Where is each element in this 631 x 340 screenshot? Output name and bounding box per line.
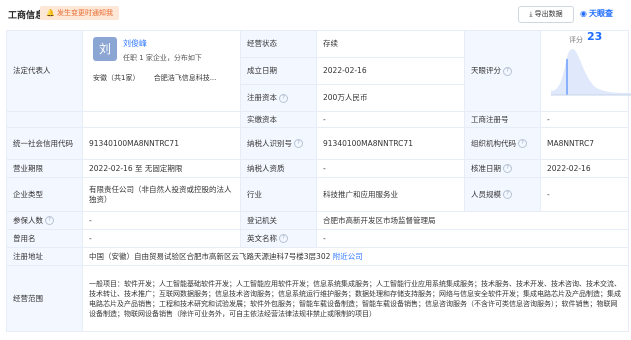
label-term: 营业期限 bbox=[6, 159, 83, 178]
export-label: 导出数据 bbox=[534, 10, 563, 18]
avatar: 刘 bbox=[93, 37, 117, 61]
brand-logo: ◉ 天眼查 bbox=[580, 8, 613, 19]
score-distribution-chart bbox=[551, 49, 631, 96]
staff-size-label: 人员规模 bbox=[471, 189, 501, 199]
help-icon[interactable]: ? bbox=[294, 139, 303, 148]
label-taxpayer-id: 纳税人识别号? bbox=[240, 127, 317, 160]
insured-value: - bbox=[82, 211, 241, 230]
taxpayer-id-value: 91340100MA8NNTRC71 bbox=[316, 127, 465, 160]
legal-rep-cell: 刘 刘俊峰 任职 1 家企业，分布如下 安徽（共1家） 合肥浩飞信息科技... bbox=[82, 30, 241, 112]
label-taxpayer-qual: 纳税人资质 bbox=[240, 159, 317, 178]
paid-capital-value: - bbox=[316, 111, 465, 128]
english-name-label: 英文名称 bbox=[247, 233, 277, 243]
label-org-code: 组织机构代码? bbox=[464, 127, 541, 160]
address-value: 中国（安徽）自由贸易试验区合肥市高新区云飞路天源迪科7号楼3层302 bbox=[89, 251, 331, 261]
score-label: 评分 bbox=[569, 36, 583, 44]
former-name-value: - bbox=[82, 229, 241, 248]
label-reg-no: 工商注册号 bbox=[464, 111, 541, 128]
established-value: 2022-02-16 bbox=[316, 57, 465, 85]
authority-value: 合肥市高新开发区市场监督管理局 bbox=[316, 211, 629, 230]
registered-capital-label: 注册资本 bbox=[247, 93, 277, 102]
change-notify-button[interactable]: 🔔 发生变更时通知我 bbox=[40, 6, 119, 20]
approval-date-value: 2022-02-16 bbox=[540, 159, 629, 178]
label-credit-code: 统一社会信用代码 bbox=[6, 127, 83, 160]
credit-code-value: 91340100MA8NNTRC71 bbox=[82, 127, 241, 160]
label-tianyan-score: 天眼评分? bbox=[464, 30, 541, 112]
nearby-companies-link[interactable]: 附近公司 bbox=[333, 252, 363, 261]
help-icon[interactable]: ? bbox=[503, 66, 512, 76]
industry-value: 科技推广和应用服务业 bbox=[316, 177, 465, 212]
scope-value: 一般项目：软件开发；人工智能基础软件开发；人工智能应用软件开发；信息系统集成服务… bbox=[82, 265, 629, 332]
label-paid-capital: 实缴资本 bbox=[240, 111, 317, 128]
legal-rep-name-link[interactable]: 刘俊峰 bbox=[123, 39, 147, 49]
label-english-name: 英文名称? bbox=[240, 229, 317, 248]
label-company-type: 企业类型 bbox=[6, 177, 83, 212]
org-code-label: 组织机构代码 bbox=[471, 138, 516, 148]
help-icon[interactable]: ? bbox=[279, 93, 288, 103]
english-name-value: - bbox=[316, 229, 629, 248]
label-empty bbox=[6, 111, 83, 128]
help-icon[interactable]: ? bbox=[503, 190, 512, 199]
approval-date-label: 核准日期 bbox=[471, 163, 501, 173]
label-insured: 参保人数? bbox=[6, 211, 83, 230]
legal-rep-region: 安徽（共1家） 合肥浩飞信息科技... bbox=[93, 73, 216, 83]
taxpayer-id-label: 纳税人识别号 bbox=[247, 138, 292, 148]
label-authority: 登记机关 bbox=[240, 211, 317, 230]
label-address: 注册地址 bbox=[6, 247, 83, 266]
score-value: 23 bbox=[587, 30, 603, 43]
help-icon[interactable]: ? bbox=[503, 164, 512, 173]
company-type-value: 有限责任公司（非自然人投资或控股的法人独资） bbox=[82, 177, 241, 212]
legal-rep-summary: 任职 1 家企业，分布如下 bbox=[123, 54, 202, 62]
reg-no-value: - bbox=[540, 111, 629, 128]
label-established: 成立日期 bbox=[240, 57, 317, 85]
brand-name: 天眼查 bbox=[588, 9, 613, 18]
cell-empty bbox=[82, 111, 241, 128]
rep-company-link[interactable]: 合肥浩飞信息科技... bbox=[154, 74, 217, 82]
org-code-value: MA8NNTRC7 bbox=[540, 127, 629, 160]
address-cell: 中国（安徽）自由贸易试验区合肥市高新区云飞路天源迪科7号楼3层302 附近公司 bbox=[82, 247, 629, 266]
label-scope: 经营范围 bbox=[6, 265, 83, 332]
label-staff-size: 人员规模? bbox=[464, 177, 541, 212]
score-cell: 评分 23 bbox=[540, 30, 631, 112]
staff-size-value: - bbox=[540, 177, 629, 212]
export-button[interactable]: ⤓ 导出数据 bbox=[518, 6, 574, 23]
help-icon[interactable]: ? bbox=[45, 216, 54, 225]
label-former-name: 曾用名 bbox=[6, 229, 83, 248]
insured-label: 参保人数 bbox=[13, 215, 43, 225]
download-icon: ⤓ bbox=[529, 10, 533, 18]
region-text: 安徽（共1家） bbox=[93, 74, 140, 82]
registered-capital-value: 200万人民币 bbox=[316, 84, 465, 112]
status-value: 存续 bbox=[316, 30, 465, 58]
eye-logo-icon: ◉ bbox=[580, 9, 587, 18]
label-status: 经营状态 bbox=[240, 30, 317, 58]
label-legal-rep: 法定代表人 bbox=[6, 30, 83, 112]
term-value: 2022-02-16 至 无固定期限 bbox=[82, 159, 241, 178]
label-industry: 行业 bbox=[240, 177, 317, 212]
section-header: 工商信息 🔔 发生变更时通知我 ⤓ 导出数据 ◉ 天眼查 bbox=[0, 0, 631, 30]
help-icon[interactable]: ? bbox=[279, 234, 288, 243]
change-notify-label: 发生变更时通知我 bbox=[56, 9, 113, 17]
taxpayer-qual-value: - bbox=[316, 159, 465, 178]
label-registered-capital: 注册资本? bbox=[240, 84, 317, 112]
section-title: 工商信息 bbox=[8, 11, 45, 21]
bell-icon: 🔔 bbox=[46, 9, 55, 17]
business-info-table: 法定代表人 刘 刘俊峰 任职 1 家企业，分布如下 安徽（共1家） 合肥浩飞信息… bbox=[6, 30, 631, 332]
label-approval-date: 核准日期? bbox=[464, 159, 541, 178]
tianyan-score-label: 天眼评分 bbox=[471, 66, 501, 75]
help-icon[interactable]: ? bbox=[518, 139, 527, 148]
